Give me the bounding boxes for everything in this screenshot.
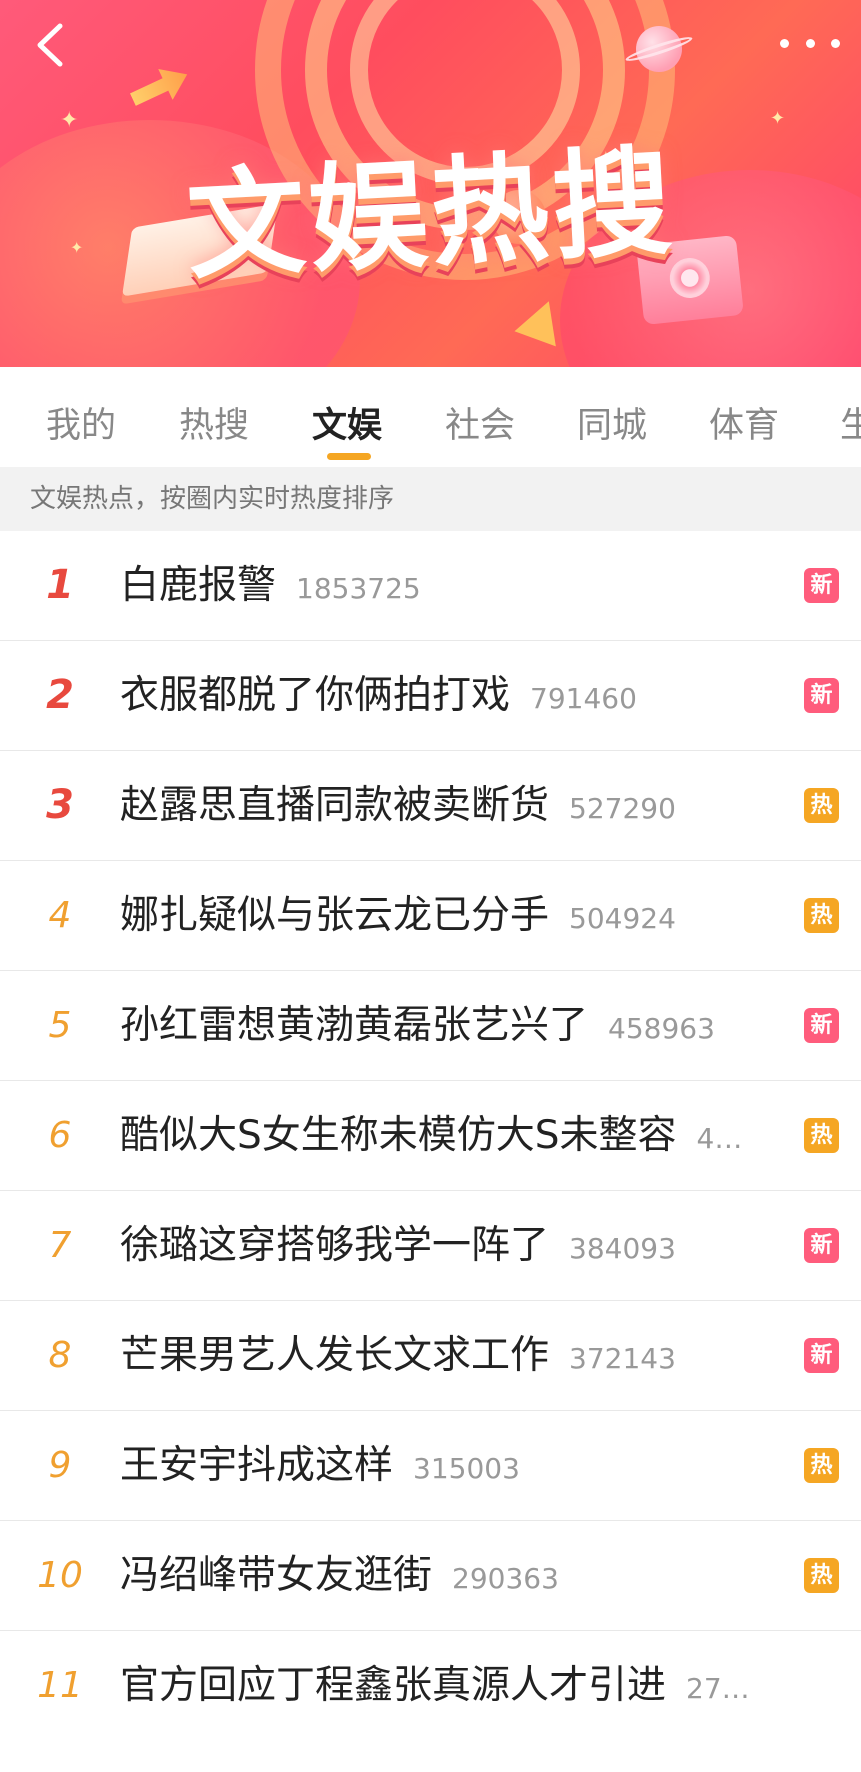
tab-entertainment[interactable]: 文娱 bbox=[312, 397, 382, 448]
heat-value: 791460 bbox=[530, 682, 637, 715]
topic-title: 官方回应丁程鑫张真源人才引进 bbox=[120, 1663, 667, 1708]
header-banner: ✦ ✦ ✦ ✦ 文娱热搜 bbox=[0, 0, 861, 367]
list-item[interactable]: 5 孙红雷想黄渤黄磊张艺兴了 458963 新 bbox=[0, 971, 861, 1081]
topic-title: 酷似大S女生称未模仿大S未整容 bbox=[120, 1113, 677, 1158]
heat-value: 1853725 bbox=[296, 572, 421, 605]
heat-value: 372143 bbox=[569, 1342, 676, 1375]
more-horizontal-icon bbox=[780, 38, 789, 48]
more-horizontal-icon bbox=[831, 38, 840, 48]
chevron-left-icon bbox=[37, 23, 63, 67]
hot-badge: 热 bbox=[804, 788, 839, 823]
heat-value: 290363 bbox=[452, 1562, 559, 1595]
list-item[interactable]: 4 娜扎疑似与张云龙已分手 504924 热 bbox=[0, 861, 861, 971]
planet-icon bbox=[636, 26, 682, 72]
active-tab-indicator bbox=[327, 453, 371, 460]
new-badge: 新 bbox=[804, 1008, 839, 1043]
rank-number: 1 bbox=[46, 562, 74, 608]
list-item[interactable]: 7 徐璐这穿搭够我学一阵了 384093 新 bbox=[0, 1191, 861, 1301]
hot-badge: 热 bbox=[804, 898, 839, 933]
topic-title: 娜扎疑似与张云龙已分手 bbox=[120, 893, 550, 938]
heat-value: 527290 bbox=[569, 792, 676, 825]
heat-value: 270163 bbox=[686, 1672, 760, 1705]
tab-society[interactable]: 社会 bbox=[445, 397, 515, 448]
tab-life[interactable]: 生 bbox=[840, 397, 861, 448]
rank-number: 7 bbox=[48, 1225, 72, 1266]
rank-number: 9 bbox=[48, 1445, 72, 1486]
heat-value: 315003 bbox=[413, 1452, 520, 1485]
new-badge: 新 bbox=[804, 568, 839, 603]
rank-number: 11 bbox=[37, 1665, 83, 1706]
arrow-icon bbox=[126, 59, 195, 115]
list-item[interactable]: 2 衣服都脱了你俩拍打戏 791460 新 bbox=[0, 641, 861, 751]
tab-sports[interactable]: 体育 bbox=[709, 397, 779, 448]
list-item[interactable]: 1 白鹿报警 1853725 新 bbox=[0, 531, 861, 641]
hot-badge: 热 bbox=[804, 1448, 839, 1483]
list-item[interactable]: 8 芒果男艺人发长文求工作 372143 新 bbox=[0, 1301, 861, 1411]
heat-value: 504924 bbox=[569, 902, 676, 935]
list-item[interactable]: 11 官方回应丁程鑫张真源人才引进 270163 bbox=[0, 1631, 861, 1741]
list-item[interactable]: 9 王安宇抖成这样 315003 热 bbox=[0, 1411, 861, 1521]
more-horizontal-icon bbox=[805, 38, 815, 48]
hot-badge: 热 bbox=[804, 1118, 839, 1153]
hot-search-list: 1 白鹿报警 1853725 新 2 衣服都脱了你俩拍打戏 791460 新 3 赵… bbox=[0, 531, 861, 1741]
rank-number: 2 bbox=[46, 672, 74, 718]
topic-title: 芒果男艺人发长文求工作 bbox=[120, 1333, 550, 1378]
list-description: 文娱热点，按圈内实时热度排序 bbox=[0, 467, 861, 531]
rank-number: 4 bbox=[48, 895, 72, 936]
topic-title: 赵露思直播同款被卖断货 bbox=[120, 783, 550, 828]
new-badge: 新 bbox=[804, 678, 839, 713]
page-bottom bbox=[0, 1740, 861, 1772]
heat-value: 458963 bbox=[608, 1012, 715, 1045]
topic-title: 王安宇抖成这样 bbox=[120, 1443, 394, 1488]
list-item[interactable]: 6 酷似大S女生称未模仿大S未整容 41… 热 bbox=[0, 1081, 861, 1191]
heat-value: 384093 bbox=[569, 1232, 676, 1265]
topic-title: 徐璐这穿搭够我学一阵了 bbox=[120, 1223, 550, 1268]
new-badge: 新 bbox=[804, 1228, 839, 1263]
heat-value: 41… bbox=[696, 1122, 760, 1155]
rank-number: 6 bbox=[48, 1115, 72, 1156]
new-badge: 新 bbox=[804, 1338, 839, 1373]
tab-hot-search[interactable]: 热搜 bbox=[179, 397, 249, 448]
list-item[interactable]: 10 冯绍峰带女友逛街 290363 热 bbox=[0, 1521, 861, 1631]
topic-title: 白鹿报警 bbox=[120, 563, 277, 608]
rank-number: 10 bbox=[37, 1555, 83, 1596]
hot-badge: 热 bbox=[804, 1558, 839, 1593]
rank-number: 3 bbox=[46, 782, 74, 828]
sparkle-icon: ✦ bbox=[60, 108, 79, 133]
list-item[interactable]: 3 赵露思直播同款被卖断货 527290 热 bbox=[0, 751, 861, 861]
tab-local[interactable]: 同城 bbox=[577, 397, 647, 448]
back-button[interactable] bbox=[30, 22, 70, 68]
rank-number: 8 bbox=[48, 1335, 72, 1376]
category-tabs: 我的 热搜 文娱 社会 同城 体育 生 bbox=[0, 367, 861, 467]
rank-number: 5 bbox=[48, 1005, 72, 1046]
tab-mine[interactable]: 我的 bbox=[46, 397, 116, 448]
topic-title: 孙红雷想黄渤黄磊张艺兴了 bbox=[120, 1003, 589, 1048]
topic-title: 冯绍峰带女友逛街 bbox=[120, 1553, 433, 1598]
more-button[interactable] bbox=[780, 28, 840, 58]
topic-title: 衣服都脱了你俩拍打戏 bbox=[120, 673, 511, 718]
